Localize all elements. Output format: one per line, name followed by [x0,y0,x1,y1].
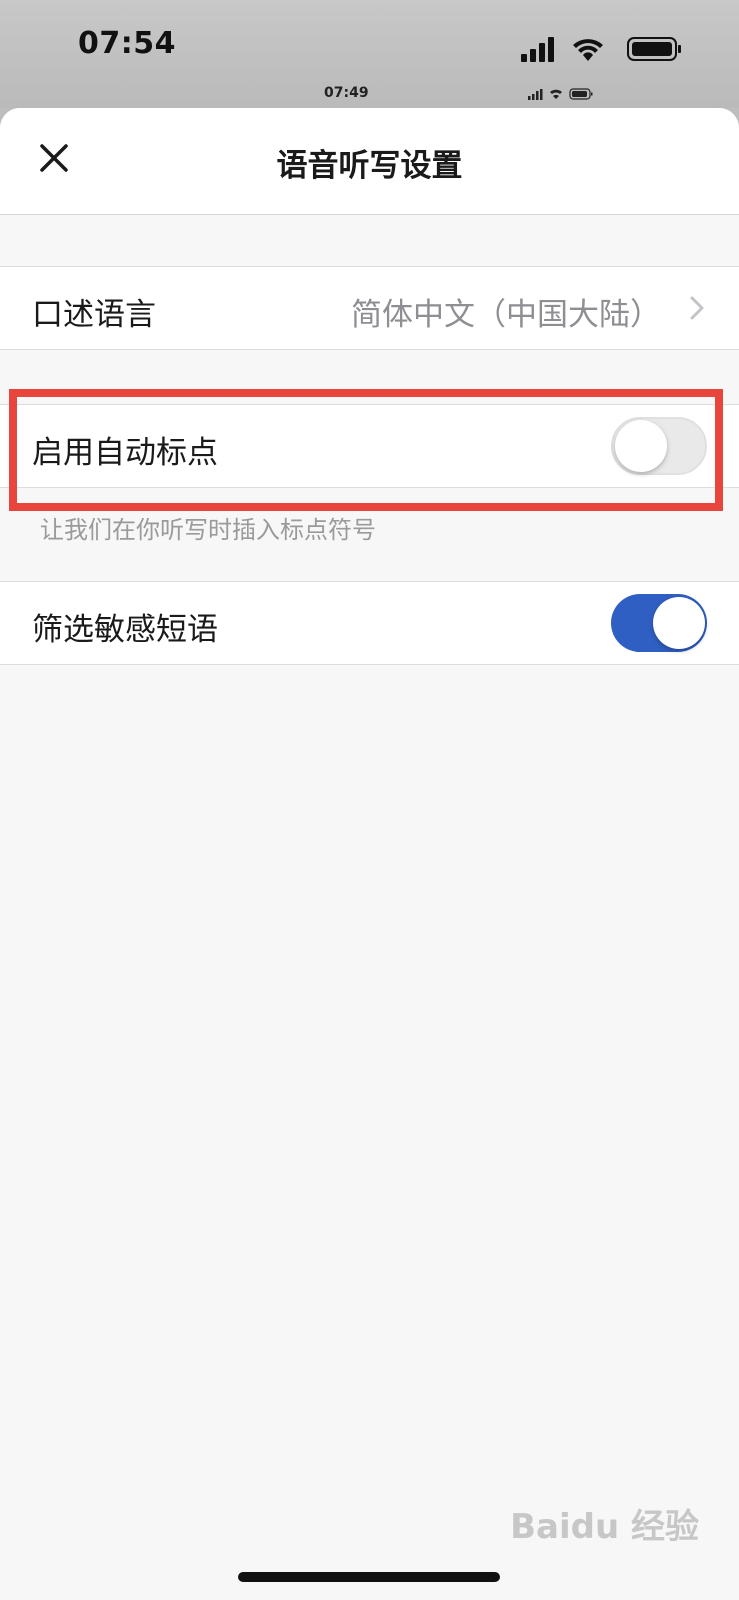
signal-icon [521,37,554,62]
dictation-language-row[interactable]: 口述语言 简体中文（中国大陆） [0,266,739,350]
inner-status-time: 07:49 [324,85,369,101]
page-title: 语音听写设置 [276,148,463,184]
filter-sensitive-row: 筛选敏感短语 [0,581,739,665]
battery-icon [627,37,681,61]
settings-sheet: 语音听写设置 口述语言 简体中文（中国大陆） 启用自动标点 让我们在你听写时插入… [0,108,739,1600]
dictation-language-value: 简体中文（中国大陆） [351,297,661,333]
auto-punctuation-toggle[interactable] [611,417,707,475]
baidu-watermark: Baidu 经验 [510,1507,699,1547]
filter-sensitive-label: 筛选敏感短语 [32,612,218,648]
filter-sensitive-toggle[interactable] [611,594,707,652]
auto-punctuation-row: 启用自动标点 [0,404,739,488]
home-indicator [238,1572,500,1582]
nav-bar: 语音听写设置 [0,108,739,215]
toggle-knob [615,420,667,472]
toggle-knob [653,597,705,649]
chevron-right-icon [690,296,704,320]
status-bar: 07:54 07:49 [0,0,739,108]
status-icons [521,37,681,62]
status-time: 07:54 [78,26,176,61]
inner-status-icons [528,88,593,100]
dictation-language-label: 口述语言 [32,297,156,333]
auto-punctuation-label: 启用自动标点 [32,435,218,471]
auto-punctuation-hint: 让我们在你听写时插入标点符号 [40,516,376,544]
wifi-icon [573,39,603,61]
